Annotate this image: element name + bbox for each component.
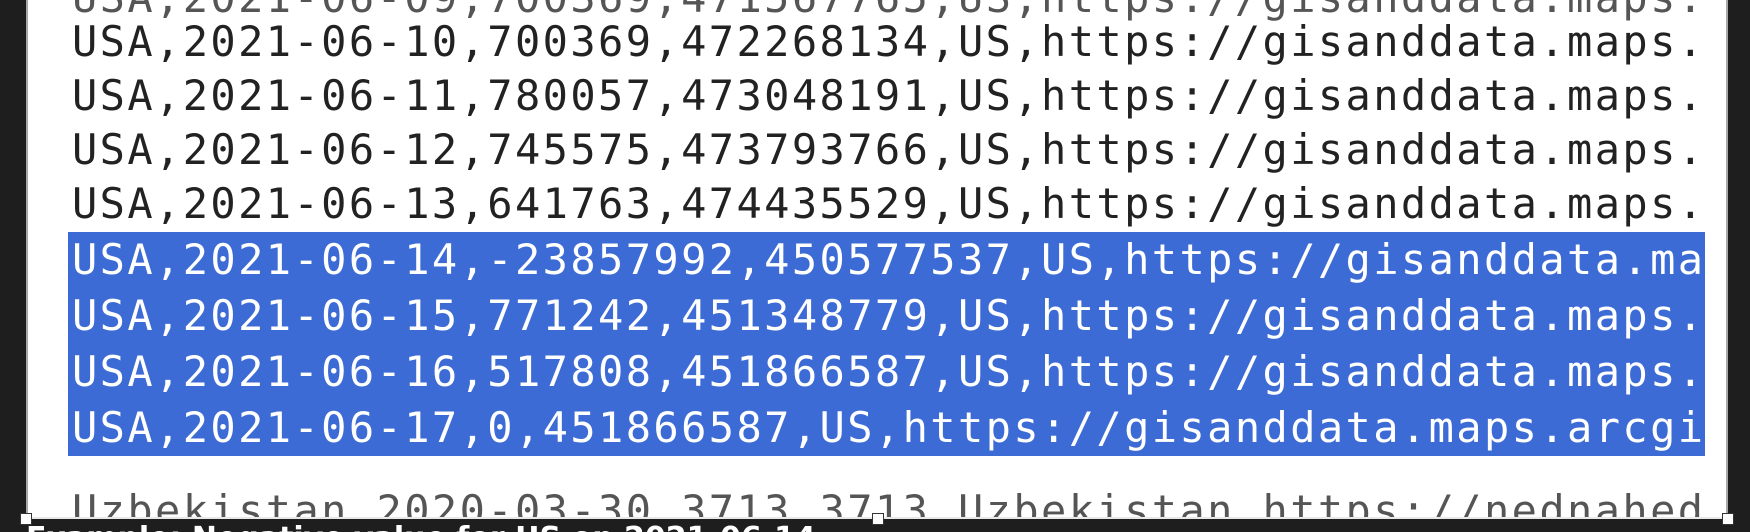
figure-caption: Example: Negative value for US on 2021-0… [26, 522, 816, 532]
selected-text-line: USA,2021-06-15,771242,451348779,US,https… [68, 288, 1706, 344]
screenshot: USA,2021-06-09,700369,471567765,US,https… [0, 0, 1750, 532]
text-viewer[interactable]: USA,2021-06-09,700369,471567765,US,https… [26, 0, 1728, 517]
selected-text-line: USA,2021-06-17,0,451866587,US,https://gi… [68, 400, 1706, 456]
text-line: USA,2021-06-10,700369,472268134,US,https… [72, 17, 1706, 66]
text-line-partial-bottom: Uzbekistan,2020-03-30,3713,3713,Uzbekist… [72, 486, 1706, 517]
text-line: USA,2021-06-12,745575,473793766,US,https… [72, 125, 1706, 174]
resize-handle-bottom-right[interactable] [1722, 513, 1734, 525]
text-line: USA,2021-06-11,780057,473048191,US,https… [72, 71, 1706, 120]
selected-text-line: USA,2021-06-16,517808,451866587,US,https… [68, 344, 1706, 400]
text-line: USA,2021-06-13,641763,474435529,US,https… [72, 179, 1706, 228]
resize-handle-bottom-center[interactable] [872, 513, 884, 525]
selected-text-line: USA,2021-06-14,-23857992,450577537,US,ht… [68, 232, 1706, 288]
